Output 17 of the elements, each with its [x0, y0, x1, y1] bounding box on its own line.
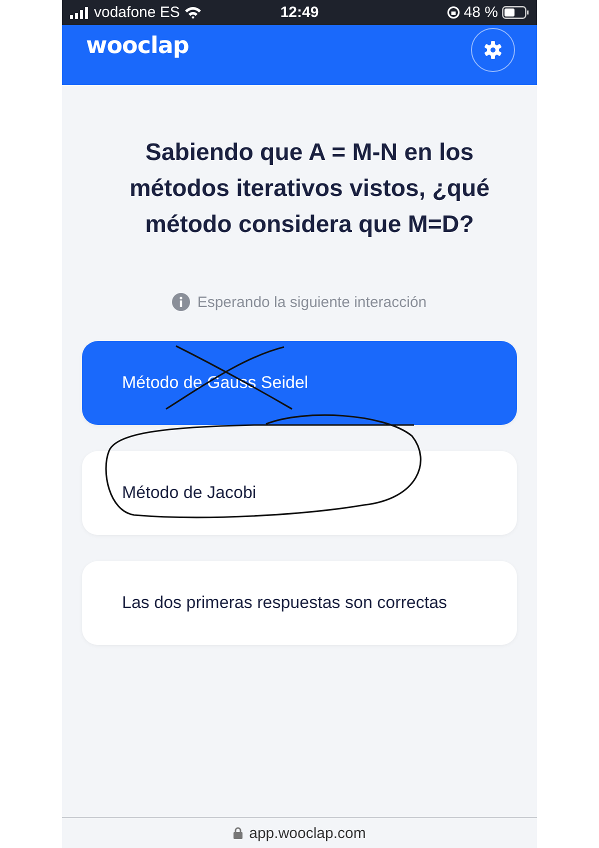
page-url: app.wooclap.com — [249, 824, 366, 842]
info-icon — [172, 293, 190, 311]
battery-percentage: 48 % — [464, 4, 498, 21]
settings-button[interactable] — [471, 28, 515, 72]
app-logo: wooclap — [86, 33, 189, 59]
lock-icon — [233, 827, 244, 839]
battery-icon — [502, 6, 529, 19]
question-title: Sabiendo que A = M-N en los métodos iterativos vistos, ¿qué método considera que M=D? — [128, 138, 491, 240]
settings-icon — [484, 41, 502, 59]
signal-icon — [70, 6, 90, 18]
answer-option[interactable]: Las dos primeras respuestas son correctas — [82, 561, 517, 645]
rotation-lock-icon — [446, 6, 460, 19]
wifi-icon — [184, 6, 202, 19]
waiting-message: Esperando la siguiente interacción — [197, 294, 427, 310]
answer-option[interactable]: Método de Jacobi — [82, 451, 517, 535]
clock-time: 12:49 — [280, 4, 319, 21]
carrier-name: vodafone ES — [94, 4, 180, 21]
